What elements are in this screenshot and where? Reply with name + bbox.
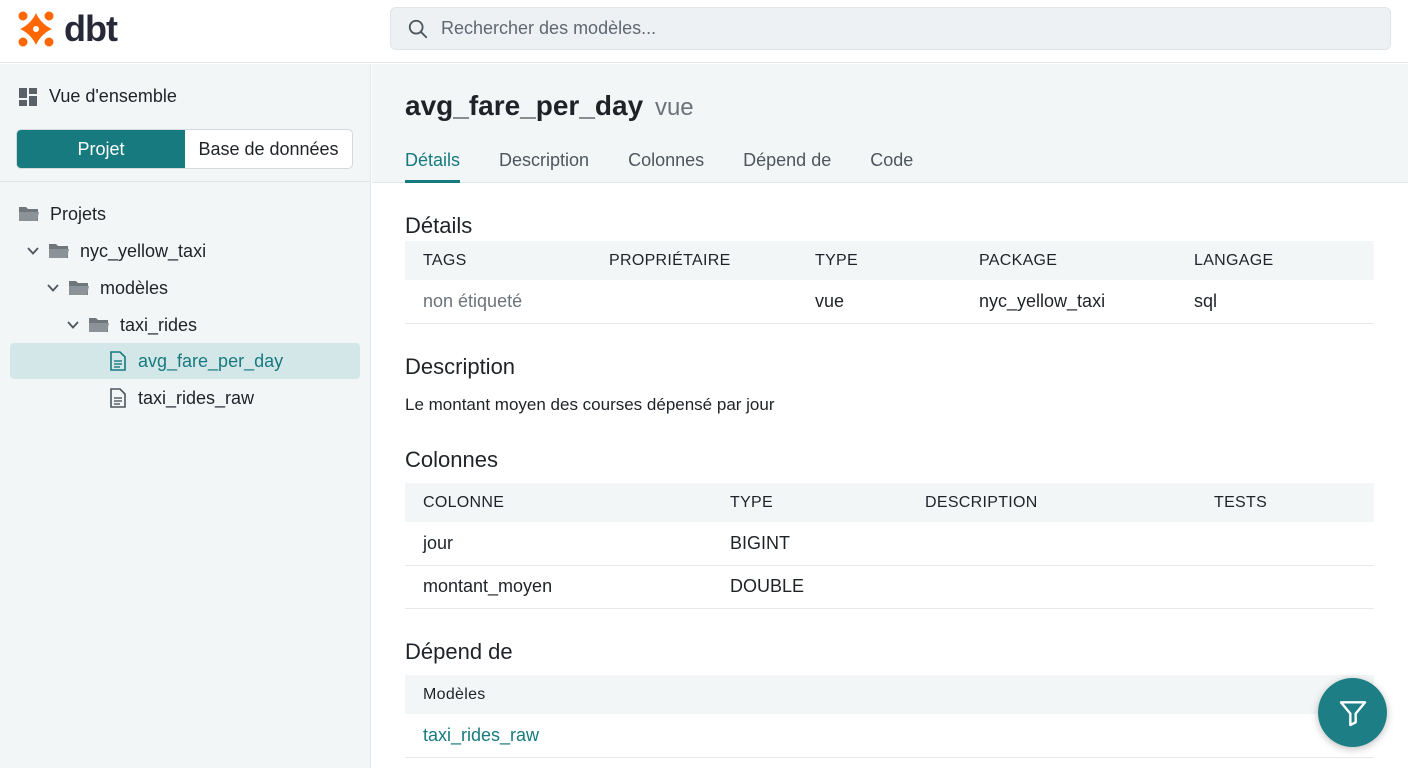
tree-label: taxi_rides: [120, 314, 198, 335]
tree-label: avg_fare_per_day: [138, 350, 284, 371]
description-text: Le montant moyen des courses dépensé par…: [405, 395, 775, 414]
overview-label: Vue d'ensemble: [49, 86, 177, 106]
column-description: [907, 565, 1196, 609]
model-header: avg_fare_per_day vue Détails Description…: [372, 64, 1408, 183]
column-tests: [1196, 565, 1374, 609]
main-content: Détails TAGS PROPRIÉTAIRE TYPE PACKAGE L…: [372, 184, 1408, 768]
table-header: TESTS: [1196, 483, 1374, 522]
dependency-link[interactable]: taxi_rides_raw: [405, 714, 1374, 758]
database-toggle-button[interactable]: Base de données: [185, 130, 352, 168]
details-table: TAGS PROPRIÉTAIRE TYPE PACKAGE LANGAGE n…: [405, 241, 1374, 324]
table-header-row: Modèles: [405, 675, 1374, 714]
dbt-logo[interactable]: dbt: [16, 8, 118, 49]
table-header: TAGS: [405, 241, 591, 280]
tree-label: modèles: [100, 277, 169, 298]
table-header-row: COLONNE TYPE DESCRIPTION TESTS: [405, 483, 1374, 522]
chevron-down-icon: [47, 284, 59, 292]
search-icon: [408, 19, 428, 38]
package-value: nyc_yellow_taxi: [961, 280, 1176, 324]
top-bar: dbt: [0, 0, 1408, 63]
tab-bar: Détails Description Colonnes Dépend de C…: [405, 150, 952, 183]
tree-folder-taxi-rides[interactable]: taxi_rides: [66, 307, 197, 343]
tree-label: Projets: [50, 203, 107, 224]
search-bar[interactable]: [390, 7, 1391, 50]
model-type: vue: [654, 94, 694, 121]
column-type: BIGINT: [712, 522, 907, 566]
tab-details[interactable]: Détails: [405, 150, 461, 183]
file-icon: [110, 388, 126, 408]
column-type: DOUBLE: [712, 565, 907, 609]
table-header: PROPRIÉTAIRE: [591, 241, 797, 280]
folder-open-icon: [49, 244, 69, 258]
column-name: jour: [405, 522, 712, 566]
chevron-down-icon: [67, 321, 79, 329]
tree-label: nyc_yellow_taxi: [80, 240, 207, 261]
logo-text: dbt: [64, 8, 118, 49]
table-header: TYPE: [712, 483, 907, 522]
view-toggle: Projet Base de données: [16, 129, 353, 169]
table-header: LANGAGE: [1176, 241, 1374, 280]
filter-button[interactable]: [1318, 678, 1387, 747]
tab-depends-on[interactable]: Dépend de: [743, 150, 831, 183]
tags-value: non étiqueté: [405, 280, 591, 324]
table-header: PACKAGE: [961, 241, 1176, 280]
tree-file-taxi-rides-raw[interactable]: taxi_rides_raw: [109, 380, 254, 416]
column-description: [907, 522, 1196, 566]
file-icon: [110, 351, 126, 371]
tree-root-projects[interactable]: Projets: [18, 196, 106, 232]
tree-folder-models[interactable]: modèles: [46, 270, 168, 306]
column-name: montant_moyen: [405, 565, 712, 609]
tab-description[interactable]: Description: [499, 150, 589, 183]
folder-open-icon: [19, 207, 39, 221]
table-header: Modèles: [405, 675, 1374, 714]
tab-code[interactable]: Code: [870, 150, 913, 183]
chevron-down-icon: [27, 247, 39, 255]
table-header-row: TAGS PROPRIÉTAIRE TYPE PACKAGE LANGAGE: [405, 241, 1374, 280]
columns-section-title: Colonnes: [405, 447, 498, 472]
description-section-title: Description: [405, 354, 516, 379]
table-row: montant_moyen DOUBLE: [405, 565, 1374, 609]
page-title: avg_fare_per_day vue: [405, 90, 694, 122]
type-value: vue: [797, 280, 961, 324]
folder-open-icon: [89, 318, 109, 332]
tab-columns[interactable]: Colonnes: [628, 150, 704, 183]
search-input[interactable]: [441, 18, 1341, 39]
table-header: COLONNE: [405, 483, 712, 522]
sidebar: Vue d'ensemble Projet Base de données Pr…: [0, 64, 371, 768]
folder-open-icon: [69, 281, 89, 295]
overview-link[interactable]: Vue d'ensemble: [18, 86, 177, 107]
table-row: non étiqueté vue nyc_yellow_taxi sql: [405, 280, 1374, 324]
owner-value: [591, 280, 797, 324]
column-tests: [1196, 522, 1374, 566]
dbt-logo-icon: [18, 11, 54, 47]
model-name: avg_fare_per_day: [405, 90, 644, 121]
depends-on-section-title: Dépend de: [405, 639, 513, 664]
depends-on-table: Modèles taxi_rides_raw: [405, 675, 1374, 758]
tree-project-nyc-yellow-taxi[interactable]: nyc_yellow_taxi: [26, 233, 206, 269]
language-value: sql: [1176, 280, 1374, 324]
table-row: jour BIGINT: [405, 522, 1374, 566]
tree-label: taxi_rides_raw: [138, 387, 255, 408]
filter-icon: [1339, 700, 1366, 726]
columns-table: COLONNE TYPE DESCRIPTION TESTS jour BIGI…: [405, 483, 1374, 609]
details-section-title: Détails: [405, 213, 473, 238]
table-row: taxi_rides_raw: [405, 714, 1374, 758]
dashboard-icon: [19, 87, 37, 106]
sidebar-divider: [0, 181, 370, 182]
project-toggle-button[interactable]: Projet: [17, 130, 185, 168]
table-header: DESCRIPTION: [907, 483, 1196, 522]
tree-file-avg-fare-per-day[interactable]: avg_fare_per_day: [10, 343, 360, 379]
table-header: TYPE: [797, 241, 961, 280]
